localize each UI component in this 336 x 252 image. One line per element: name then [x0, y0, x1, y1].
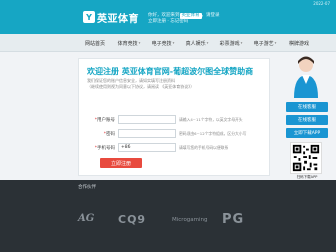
- register-sub2: （继续使用则视为同意以下协议，请阅读 《英亚体育协议》）: [87, 83, 195, 89]
- nav-label: 体育竞技: [117, 40, 138, 47]
- nav-item-chess[interactable]: 棋牌游戏: [282, 34, 316, 52]
- qr-code-icon: [290, 142, 322, 174]
- username-hint: 请输入4~11个字符，以英文字母开头: [179, 116, 243, 122]
- phone-label: *手机号码: [94, 145, 115, 151]
- top-msg-links[interactable]: 立即注册 · 忘记密码: [148, 19, 220, 25]
- logo[interactable]: Y 英亚体育: [83, 10, 139, 25]
- password-label: *密码: [103, 131, 115, 137]
- support-agent-avatar: [294, 56, 318, 98]
- chevron-down-icon: ▾: [206, 41, 209, 45]
- nav-label: 电子竞技: [151, 40, 172, 47]
- nav-item-esports[interactable]: 电子竞技 ▾: [146, 34, 180, 52]
- logo-icon: Y: [83, 11, 95, 23]
- footer: 合作伙伴 AG CQ9 Microgaming PG: [0, 180, 336, 252]
- top-bar: 2022-07 Y 英亚体育 你好，欢迎来到 英亚体育 ，请登录 立即注册 · 忘记…: [0, 0, 336, 34]
- register-submit-button[interactable]: 立即注册: [100, 158, 142, 168]
- chevron-down-icon: ▾: [172, 41, 175, 45]
- partner-logo-microgaming: Microgaming: [172, 217, 208, 223]
- nav-item-lottery[interactable]: 彩票游戏 ▾: [214, 34, 248, 52]
- partners-title: 合作伙伴: [78, 185, 96, 190]
- chevron-down-icon: ▾: [274, 41, 277, 45]
- username-label: *用户账号: [94, 117, 115, 123]
- main-nav: 网站首页 体育竞技 ▾ 电子竞技 ▾ 真人娱乐 ▾ 彩票游戏 ▾ 电子游艺 ▾ 棋牌游戏: [0, 34, 336, 52]
- nav-item-sports[interactable]: 体育竞技 ▾: [112, 34, 146, 52]
- partner-logo-cq9: CQ9: [118, 213, 147, 226]
- top-msg-login[interactable]: ，请登录: [202, 13, 220, 18]
- top-msg-pre: 你好，欢迎来到: [148, 13, 180, 18]
- partner-logo-pg: PG: [222, 212, 245, 227]
- logo-text: 英亚体育: [97, 13, 139, 25]
- top-right-text: 2022-07: [313, 1, 330, 6]
- password-row: *密码 密码须由6~12个字符组成，区分大小写: [87, 129, 246, 138]
- top-message: 你好，欢迎来到 英亚体育 ，请登录 立即注册 · 忘记密码: [148, 13, 220, 25]
- nav-label: 棋牌游戏: [288, 40, 309, 47]
- online-service-button[interactable]: 在线客服: [286, 102, 328, 112]
- nav-label: 彩票游戏: [219, 40, 240, 47]
- phone-hint: 请填写您的手机号码以便联系: [179, 144, 229, 150]
- online-service-button-2[interactable]: 在线客服: [286, 115, 328, 125]
- chevron-down-icon: ▾: [138, 41, 141, 45]
- partner-logo-ag: AG: [78, 213, 95, 224]
- nav-label: 电子游艺: [253, 40, 274, 47]
- country-code: +86: [121, 145, 131, 150]
- nav-item-home[interactable]: 网站首页: [78, 34, 112, 52]
- nav-label: 网站首页: [84, 40, 105, 47]
- username-row: *用户账号 请输入4~11个字符，以英文字母开头: [87, 115, 243, 124]
- download-app-button[interactable]: 立即下载APP: [286, 128, 328, 138]
- register-title: 欢迎注册 英亚体育官网-葡超波尔图全球赞助商: [87, 67, 254, 76]
- username-input[interactable]: [118, 115, 176, 124]
- nav-label: 真人娱乐: [185, 40, 206, 47]
- register-subtitle: 我们保证您的账户信息安全，请如实填写注册资料 （继续使用则视为同意以下协议，请阅…: [87, 78, 267, 89]
- nav-item-live-casino[interactable]: 真人娱乐 ▾: [180, 34, 214, 52]
- chevron-down-icon: ▾: [240, 41, 243, 45]
- phone-row: *手机号码 +86 请填写您的手机号码以便联系: [87, 143, 228, 152]
- password-hint: 密码须由6~12个字符组成，区分大小写: [179, 130, 247, 136]
- nav-item-slots[interactable]: 电子游艺 ▾: [248, 34, 282, 52]
- phone-input[interactable]: +86: [118, 143, 176, 152]
- password-input[interactable]: [118, 129, 176, 138]
